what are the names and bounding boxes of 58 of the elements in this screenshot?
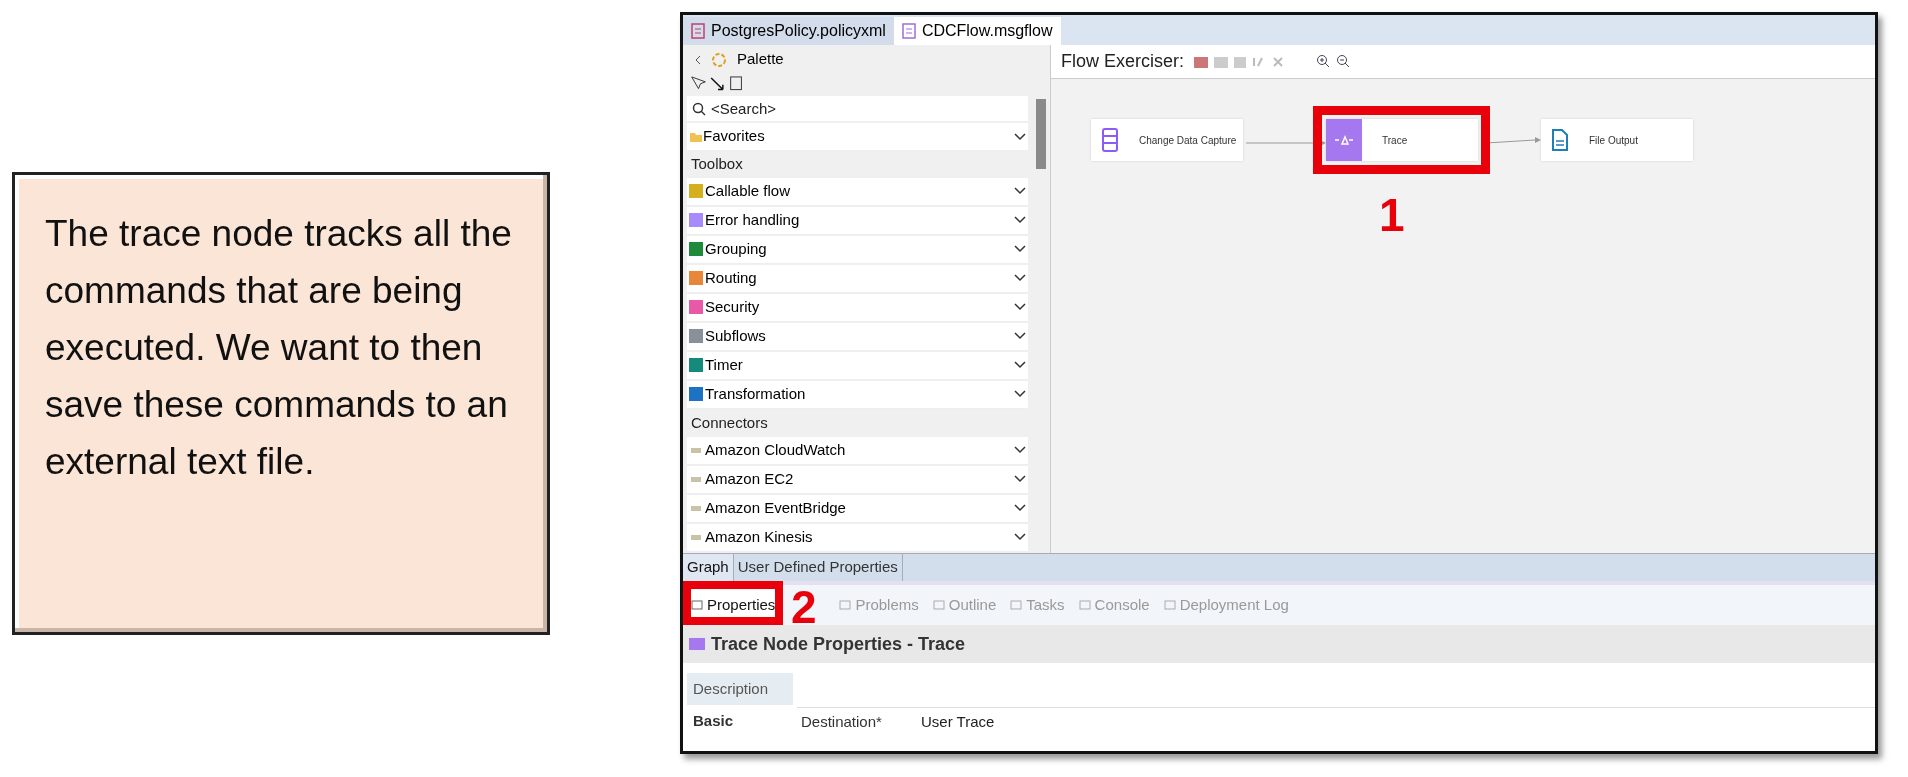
- search-icon: [692, 101, 706, 116]
- palette-row[interactable]: Routing: [687, 264, 1028, 293]
- flow-node[interactable]: Change Data Capture: [1091, 119, 1243, 161]
- chevron-down-icon: [1014, 245, 1026, 254]
- palette-row[interactable]: Timer: [687, 351, 1028, 380]
- chevron-down-icon: [1014, 475, 1026, 484]
- chevron-down-icon: [1014, 187, 1026, 196]
- view-icon: [1163, 599, 1176, 611]
- section-header: Connectors: [690, 413, 769, 434]
- chevron-down-icon: [1014, 332, 1026, 341]
- palette-row[interactable]: Amazon EC2: [687, 466, 1028, 494]
- file-icon: [901, 23, 916, 39]
- properties-header: Trace Node Properties - Trace: [683, 625, 1875, 663]
- palette-row[interactable]: Transformation: [687, 380, 1028, 409]
- toolbar-label: Flow Exerciser:: [1061, 50, 1185, 73]
- search-field[interactable]: <Search>: [687, 95, 1028, 122]
- view-icon: [839, 599, 852, 611]
- document-icon: [1551, 128, 1569, 152]
- palette-row[interactable]: Subflows: [687, 322, 1028, 351]
- palette-row[interactable]: Callable flow: [687, 177, 1028, 206]
- chevron-down-icon: [1014, 533, 1026, 542]
- file-icon: [691, 23, 705, 39]
- chevron-down-icon: [1014, 504, 1026, 513]
- node-icon: [689, 638, 705, 650]
- flow-node[interactable]: Trace: [1326, 119, 1478, 161]
- annotation-number: 1: [1379, 188, 1405, 243]
- view-icon: [932, 599, 945, 611]
- palette-row[interactable]: Amazon EventBridge: [687, 495, 1028, 523]
- palette-row[interactable]: Security: [687, 293, 1028, 322]
- folder-icon: [689, 130, 703, 143]
- trace-icon: [1326, 119, 1362, 161]
- collapse-icon[interactable]: [695, 54, 701, 65]
- palette-row[interactable]: Grouping: [687, 235, 1028, 264]
- chevron-down-icon: [1014, 303, 1026, 312]
- palette-row[interactable]: Favorites: [687, 123, 1028, 151]
- palette-row[interactable]: Amazon Kinesis: [687, 524, 1028, 552]
- field-label: Destination*: [800, 712, 883, 733]
- chevron-down-icon: [1014, 216, 1026, 225]
- editor-tab[interactable]: PostgresPolicy.policyxml: [683, 17, 894, 45]
- flow-node[interactable]: File Output: [1541, 119, 1693, 161]
- editor-view-tab[interactable]: Graph: [683, 554, 734, 581]
- chevron-down-icon: [1014, 274, 1026, 283]
- view-icon: [1078, 599, 1091, 611]
- editor-tab[interactable]: CDCFlow.msgflow: [893, 17, 1061, 45]
- palette-title: Palette: [737, 49, 784, 70]
- palette-row[interactable]: Amazon CloudWatch: [687, 437, 1028, 465]
- view-icon: [691, 599, 703, 611]
- chevron-down-icon: [1014, 361, 1026, 370]
- palette-row[interactable]: Error handling: [687, 206, 1028, 235]
- chevron-down-icon: [1014, 132, 1026, 141]
- database-icon: [1101, 127, 1119, 153]
- view-icon: [1010, 599, 1023, 611]
- scrollbar-thumb[interactable]: [1036, 99, 1046, 169]
- chevron-down-icon: [1014, 390, 1026, 399]
- chevron-down-icon: [1014, 446, 1026, 455]
- section-header: Toolbox: [690, 153, 744, 174]
- section-tab[interactable]: Description: [687, 673, 793, 705]
- callout-text: The trace node tracks all the commands that are being executed. We want to then save these commands to an external text file.: [45, 212, 513, 484]
